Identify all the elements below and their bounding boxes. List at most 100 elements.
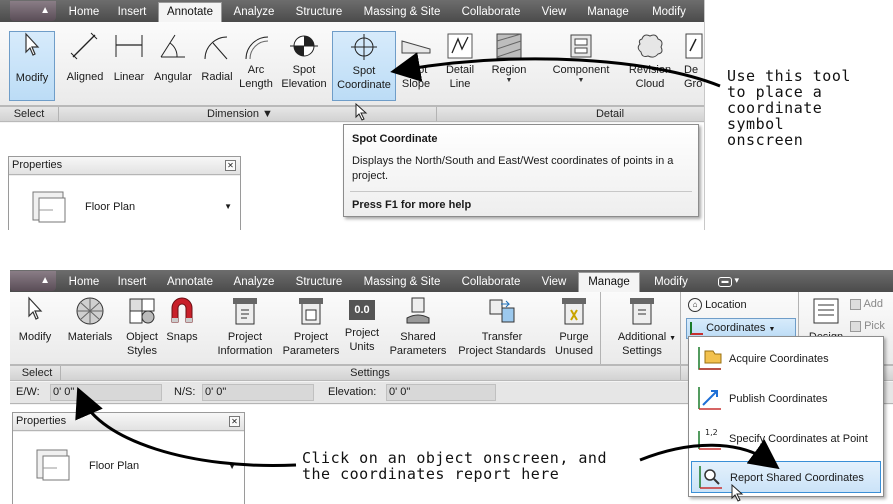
chevron-down-icon: ▼ bbox=[768, 326, 776, 333]
tooltip-help: Press F1 for more help bbox=[352, 199, 472, 211]
component-dropdown-icon[interactable]: ▼ bbox=[546, 77, 616, 85]
tab-view[interactable]: View bbox=[534, 2, 574, 22]
application-menu-button[interactable]: ▲ bbox=[10, 271, 56, 291]
detail-panel-label[interactable]: Detail bbox=[570, 108, 650, 120]
spot-coordinate-button[interactable]: Spot Coordinate bbox=[332, 31, 396, 101]
location-button[interactable]: ⌂ Location bbox=[688, 296, 784, 316]
dimension-panel-label[interactable]: Dimension ▼ bbox=[180, 108, 300, 120]
additional-settings-button[interactable]: Additional Settings ▼ bbox=[608, 296, 676, 360]
report-coordinates-icon bbox=[699, 466, 722, 489]
tab-annotate[interactable]: Annotate bbox=[158, 2, 222, 22]
close-icon[interactable]: ✕ bbox=[229, 416, 240, 427]
region-icon bbox=[496, 33, 522, 59]
select-panel-label[interactable]: Select bbox=[14, 367, 60, 379]
materials-button[interactable]: Materials bbox=[62, 296, 118, 360]
cursor-icon bbox=[28, 296, 43, 320]
modify-button[interactable]: Modify bbox=[12, 296, 58, 360]
tab-modify[interactable]: Modify bbox=[642, 2, 696, 22]
additional-settings-dropdown-icon[interactable]: ▼ bbox=[669, 332, 676, 346]
spot-elevation-icon bbox=[290, 35, 318, 57]
tab-collaborate[interactable]: Collaborate bbox=[452, 2, 530, 22]
spot-slope-button[interactable]: Spot Slope bbox=[398, 31, 434, 101]
quick-access-dropdown[interactable]: ▬ ▾ bbox=[718, 275, 744, 288]
revision-cloud-button[interactable]: Revision Cloud bbox=[624, 31, 676, 101]
pick-to-edit-button[interactable]: Pick bbox=[850, 320, 893, 336]
settings-panel-label[interactable]: Settings bbox=[330, 367, 410, 379]
angular-dimension-button[interactable]: Angular bbox=[148, 31, 198, 101]
detail-line-button[interactable]: Detail Line bbox=[440, 31, 480, 101]
aligned-dimension-button[interactable]: Aligned bbox=[60, 31, 110, 101]
radial-dimension-button[interactable]: Radial bbox=[198, 31, 236, 101]
tab-manage[interactable]: Manage bbox=[578, 2, 638, 22]
tab-home[interactable]: Home bbox=[62, 2, 106, 22]
type-selector[interactable]: Floor Plan ▼ bbox=[13, 432, 244, 504]
spot-coordinate-icon bbox=[351, 34, 377, 60]
close-icon[interactable]: ✕ bbox=[225, 160, 236, 171]
spot-slope-icon bbox=[401, 40, 431, 54]
chevron-down-icon[interactable]: ▼ bbox=[224, 202, 232, 211]
ribbon-tab-bar: ▲ Home Insert Annotate Analyze Structure… bbox=[0, 0, 704, 22]
shared-parameters-button[interactable]: Shared Parameters bbox=[386, 296, 450, 360]
chevron-down-icon[interactable]: ▼ bbox=[228, 462, 236, 471]
ns-value-field[interactable]: 0' 0" bbox=[202, 384, 314, 401]
region-button[interactable]: Region ▼ bbox=[486, 31, 532, 101]
tab-collaborate[interactable]: Collaborate bbox=[452, 272, 530, 292]
tab-analyze[interactable]: Analyze bbox=[226, 2, 282, 22]
tab-manage[interactable]: Manage bbox=[578, 272, 640, 292]
tab-massing-site[interactable]: Massing & Site bbox=[356, 2, 448, 22]
project-information-button[interactable]: Project Information bbox=[212, 296, 278, 360]
tab-view[interactable]: View bbox=[534, 272, 574, 292]
top-callout-text: Use this tool to place a coordinate symb… bbox=[727, 67, 851, 149]
elevation-label: Elevation: bbox=[328, 386, 377, 398]
ribbon-tab-bar: ▲ Home Insert Annotate Analyze Structure… bbox=[10, 270, 893, 292]
tab-structure[interactable]: Structure bbox=[286, 2, 352, 22]
project-units-button[interactable]: 0.0 Project Units bbox=[342, 296, 382, 360]
add-to-set-button[interactable]: Add bbox=[850, 298, 893, 314]
ew-value-field[interactable]: 0' 0" bbox=[50, 384, 162, 401]
purge-unused-button[interactable]: Purge Unused bbox=[552, 296, 596, 360]
tab-massing-site[interactable]: Massing & Site bbox=[356, 272, 448, 292]
tooltip-divider bbox=[350, 191, 692, 192]
panel-separator bbox=[680, 366, 681, 380]
menu-item-specify-coordinates-at-point[interactable]: 1,2 Specify Coordinates at Point bbox=[691, 423, 881, 455]
tab-analyze[interactable]: Analyze bbox=[226, 272, 282, 292]
mouse-cursor-icon bbox=[355, 103, 368, 121]
spot-coordinate-tooltip: Spot Coordinate Displays the North/South… bbox=[343, 124, 699, 217]
panel-separator bbox=[58, 107, 59, 121]
region-dropdown-icon[interactable]: ▼ bbox=[486, 77, 532, 85]
ew-label: E/W: bbox=[16, 386, 40, 398]
tab-modify[interactable]: Modify bbox=[644, 272, 698, 292]
tab-home[interactable]: Home bbox=[62, 272, 106, 292]
tab-structure[interactable]: Structure bbox=[286, 272, 352, 292]
properties-header: Properties bbox=[13, 413, 244, 431]
arc-length-dimension-button[interactable]: Arc Length bbox=[236, 31, 276, 101]
object-styles-button[interactable]: Object Styles bbox=[120, 296, 164, 360]
linear-dimension-button[interactable]: Linear bbox=[110, 31, 148, 101]
snaps-button[interactable]: Snaps bbox=[164, 296, 200, 360]
select-panel-label[interactable]: Select bbox=[6, 108, 52, 120]
type-selector-label: Floor Plan bbox=[85, 201, 136, 213]
application-menu-button[interactable]: ▲ bbox=[10, 1, 56, 21]
mouse-cursor-icon bbox=[731, 484, 744, 502]
modify-button[interactable]: Modify bbox=[9, 31, 55, 101]
properties-header: Properties bbox=[9, 157, 240, 175]
menu-item-publish-coordinates[interactable]: Publish Coordinates bbox=[691, 383, 881, 415]
type-selector[interactable]: Floor Plan ▼ bbox=[9, 176, 240, 230]
transfer-standards-icon bbox=[489, 299, 515, 323]
tab-insert[interactable]: Insert bbox=[110, 2, 154, 22]
tab-annotate[interactable]: Annotate bbox=[158, 272, 222, 292]
design-options-icon bbox=[813, 298, 839, 324]
location-icon: ⌂ bbox=[688, 298, 702, 313]
publish-coordinates-icon bbox=[698, 387, 721, 410]
detail-group-button[interactable]: De Gro bbox=[680, 31, 704, 101]
coordinates-icon bbox=[690, 321, 703, 335]
menu-item-report-shared-coordinates[interactable]: Report Shared Coordinates bbox=[691, 461, 881, 493]
tab-insert[interactable]: Insert bbox=[110, 272, 154, 292]
transfer-project-standards-button[interactable]: Transfer Project Standards bbox=[452, 296, 552, 360]
elevation-value-field[interactable]: 0' 0" bbox=[386, 384, 496, 401]
spot-elevation-button[interactable]: Spot Elevation bbox=[280, 31, 328, 101]
project-parameters-button[interactable]: Project Parameters bbox=[280, 296, 342, 360]
component-button[interactable]: Component ▼ bbox=[546, 31, 616, 101]
detail-line-icon bbox=[447, 33, 473, 59]
menu-item-acquire-coordinates[interactable]: Acquire Coordinates bbox=[691, 343, 881, 375]
